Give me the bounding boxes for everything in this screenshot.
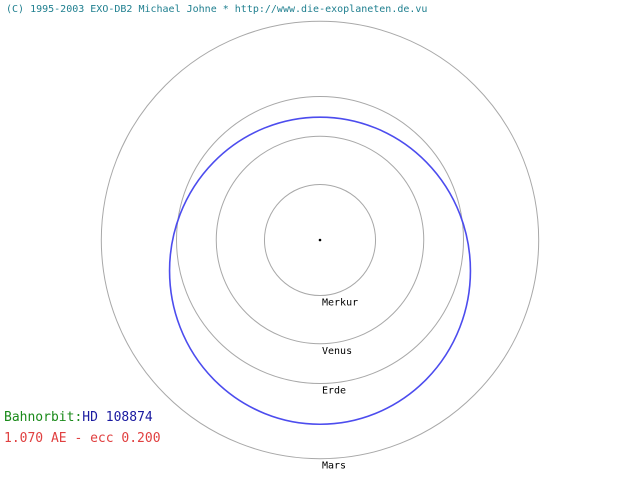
label-merkur: Merkur	[322, 298, 358, 309]
exoplanet-orbit	[168, 116, 472, 426]
planet-labels: Merkur Venus Erde Mars	[322, 298, 358, 472]
copyright-text: (C) 1995-2003 EXO-DB2 Michael Johne * ht…	[6, 4, 427, 15]
orbit-label-prefix: Bahnorbit:	[4, 410, 83, 425]
orbit-parameters: 1.070 AE - ecc 0.200	[4, 431, 161, 446]
label-erde: Erde	[322, 386, 346, 397]
orbit-diagram: (C) 1995-2003 EXO-DB2 Michael Johne * ht…	[6, 4, 540, 472]
central-star	[318, 238, 322, 242]
label-venus: Venus	[322, 346, 352, 357]
label-mars: Mars	[322, 461, 346, 472]
orbit-title: Bahnorbit:HD 108874	[4, 410, 153, 425]
star-name: HD 108874	[82, 410, 153, 425]
